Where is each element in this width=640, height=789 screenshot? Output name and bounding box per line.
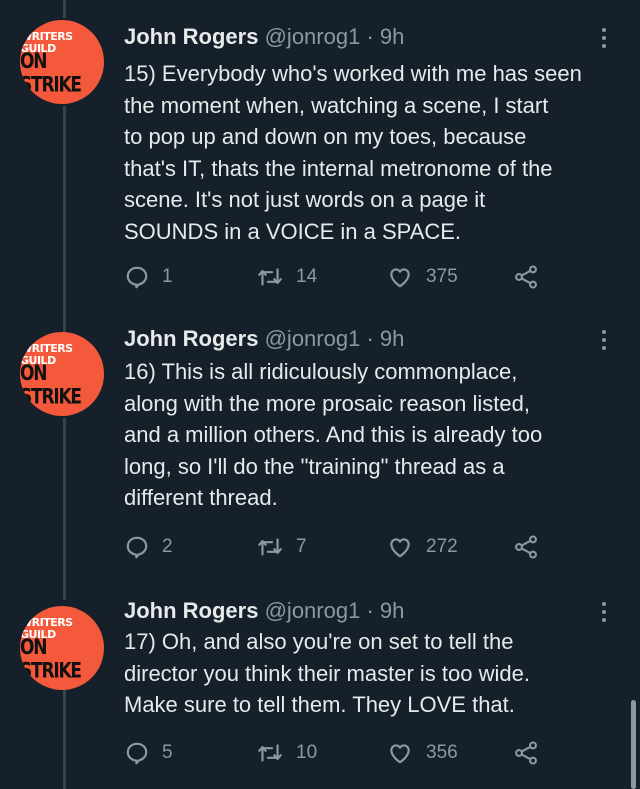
heart-icon [390,744,410,764]
reply-count: 1 [162,266,173,287]
retweet-count: 14 [296,266,318,287]
timestamp[interactable]: 9h [380,598,404,623]
avatar-line2: ON STRIKE [20,635,82,684]
avatar[interactable]: WRITERS GUILD ON STRIKE [20,332,104,416]
retweet-arrows-icon [258,538,282,556]
tweet-15[interactable]: WRITERS GUILD ON STRIKE John Rogers @jon… [0,0,640,310]
separator: · [366,598,374,623]
retweet-arrows-icon [258,744,282,762]
timestamp[interactable]: 9h [380,24,404,49]
retweet-count: 7 [296,536,307,557]
scrollbar[interactable] [631,700,636,789]
tweet-17[interactable]: WRITERS GUILD ON STRIKE John Rogers @jon… [0,594,640,789]
author-name[interactable]: John Rogers [124,598,258,623]
tweet-text: 15) Everybody who's worked with me has s… [124,61,582,244]
avatar[interactable]: WRITERS GUILD ON STRIKE [20,606,104,690]
share-nodes-icon [515,535,537,559]
tweet-text: 16) This is all ridiculously commonplace… [124,359,543,510]
speech-bubble-icon [126,536,148,559]
retweet-button[interactable]: 10 [256,738,317,768]
author-handle[interactable]: @jonrog1 [265,326,361,351]
retweet-button[interactable]: 14 [256,262,317,292]
tweet-header: John Rogers @jonrog1 · 9h [124,598,404,624]
tweet-header: John Rogers @jonrog1 · 9h [124,326,404,352]
tweet-actions: 1 14 375 [124,262,624,292]
heart-icon [390,538,410,558]
avatar[interactable]: WRITERS GUILD ON STRIKE [20,20,104,104]
retweet-button[interactable]: 7 [256,532,307,562]
like-count: 375 [426,266,458,287]
tweet-header: John Rogers @jonrog1 · 9h [124,24,404,50]
avatar-line2: ON STRIKE [20,361,82,410]
like-button[interactable]: 356 [386,738,458,768]
heart-icon [390,268,410,288]
like-button[interactable]: 375 [386,262,458,292]
more-options-icon[interactable] [596,600,612,624]
tweet-actions: 5 10 356 [124,738,624,768]
avatar-line2: ON STRIKE [20,49,82,98]
more-options-icon[interactable] [596,26,612,50]
tweet-text: 17) Oh, and also you're on set to tell t… [124,629,530,717]
author-handle[interactable]: @jonrog1 [265,598,361,623]
tweet-actions: 2 7 272 [124,532,624,562]
reply-button[interactable]: 1 [124,262,173,292]
timestamp[interactable]: 9h [380,326,404,351]
separator: · [366,326,374,351]
reply-count: 2 [162,536,173,557]
share-button[interactable] [512,532,540,562]
reply-button[interactable]: 5 [124,738,173,768]
speech-bubble-icon [126,266,148,289]
more-options-icon[interactable] [596,328,612,352]
author-name[interactable]: John Rogers [124,24,258,49]
like-count: 272 [426,536,458,557]
share-button[interactable] [512,262,540,292]
speech-bubble-icon [126,742,148,765]
like-count: 356 [426,742,458,763]
share-nodes-icon [515,265,537,289]
retweet-count: 10 [296,742,318,763]
separator: · [366,24,374,49]
like-button[interactable]: 272 [386,532,458,562]
reply-count: 5 [162,742,173,763]
reply-button[interactable]: 2 [124,532,173,562]
author-handle[interactable]: @jonrog1 [265,24,361,49]
tweet-16[interactable]: WRITERS GUILD ON STRIKE John Rogers @jon… [0,320,640,586]
retweet-arrows-icon [258,268,282,286]
author-name[interactable]: John Rogers [124,326,258,351]
share-button[interactable] [512,738,540,768]
share-nodes-icon [515,741,537,765]
